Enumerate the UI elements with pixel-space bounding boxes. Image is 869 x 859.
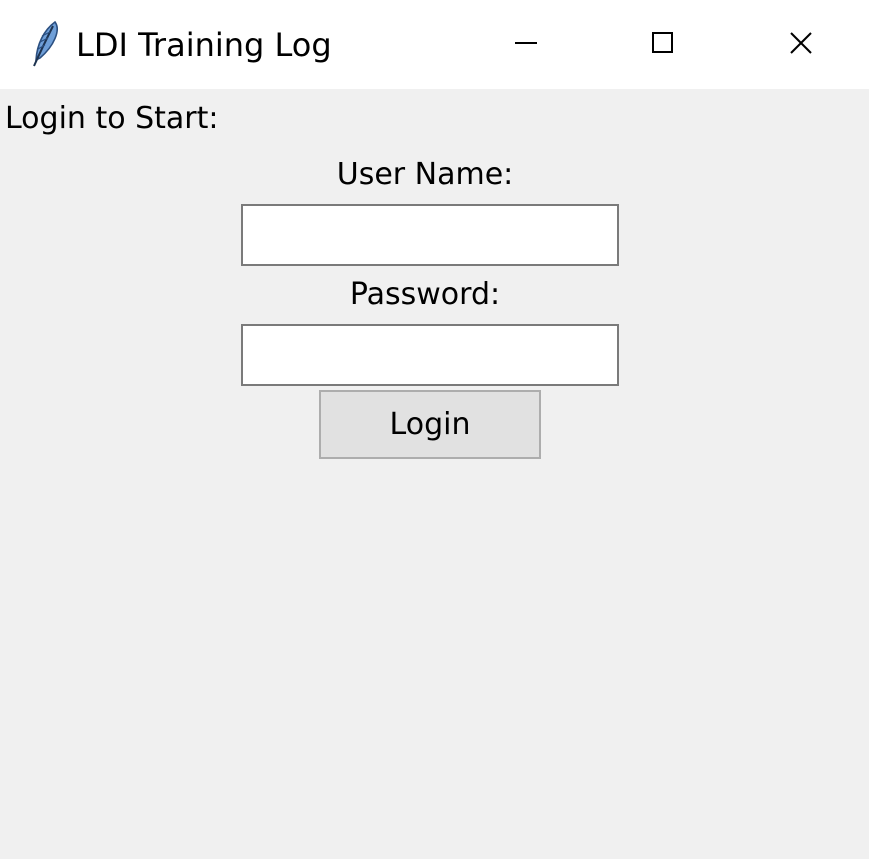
login-button[interactable]: Login (319, 390, 541, 459)
password-field[interactable] (241, 324, 619, 386)
maximize-icon (651, 31, 675, 59)
app-window: LDI Training Log Login to Start: User Na… (0, 0, 869, 859)
close-button[interactable] (732, 0, 869, 89)
maximize-button[interactable] (594, 0, 732, 89)
login-panel: Login to Start: User Name: Password: Log… (0, 89, 869, 859)
close-icon (789, 31, 813, 59)
minimize-button[interactable] (457, 0, 595, 89)
password-label: Password: (349, 277, 501, 312)
title-bar[interactable]: LDI Training Log (0, 0, 869, 89)
username-label: User Name: (336, 157, 514, 192)
username-field[interactable] (241, 204, 619, 266)
login-prompt: Login to Start: (5, 101, 219, 136)
minimize-icon (514, 31, 538, 59)
feather-icon (28, 20, 62, 68)
window-title: LDI Training Log (76, 26, 332, 64)
